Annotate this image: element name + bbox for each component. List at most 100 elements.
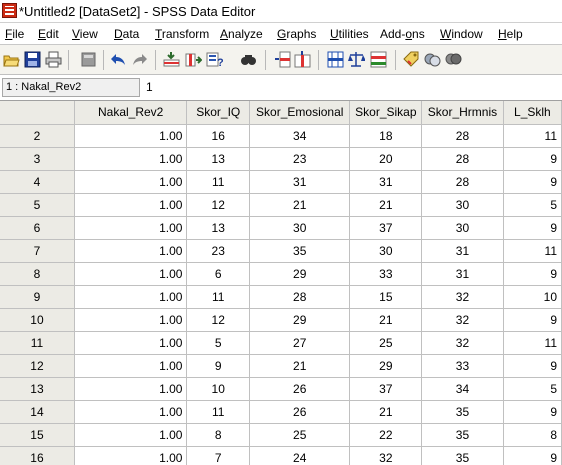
data-cell[interactable]: 11 bbox=[503, 239, 562, 263]
data-cell[interactable]: 1.00 bbox=[74, 331, 188, 355]
data-cell[interactable]: 11 bbox=[186, 170, 251, 194]
data-cell[interactable]: 11 bbox=[503, 331, 562, 355]
find-icon[interactable] bbox=[240, 51, 257, 68]
data-cell[interactable]: 22 bbox=[349, 423, 423, 447]
menu-help[interactable]: Help bbox=[498, 27, 523, 41]
print-icon[interactable] bbox=[45, 51, 62, 68]
data-cell[interactable]: 7 bbox=[186, 446, 251, 465]
data-cell[interactable]: 15 bbox=[349, 285, 423, 309]
variables-icon[interactable]: ? bbox=[206, 51, 223, 68]
menu-graphs[interactable]: Graphs bbox=[277, 27, 316, 41]
data-cell[interactable]: 33 bbox=[421, 354, 504, 378]
data-cell[interactable]: 9 bbox=[503, 262, 562, 286]
data-cell[interactable]: 32 bbox=[349, 446, 423, 465]
column-header[interactable]: L_Sklh bbox=[503, 101, 562, 125]
data-cell[interactable]: 31 bbox=[249, 170, 351, 194]
data-cell[interactable]: 13 bbox=[186, 216, 251, 240]
data-cell[interactable]: 20 bbox=[349, 147, 423, 171]
data-cell[interactable]: 9 bbox=[503, 354, 562, 378]
data-cell[interactable]: 11 bbox=[186, 285, 251, 309]
row-header[interactable]: 5 bbox=[0, 193, 75, 217]
data-cell[interactable]: 16 bbox=[186, 124, 251, 148]
data-cell[interactable]: 1.00 bbox=[74, 216, 188, 240]
row-header[interactable]: 10 bbox=[0, 308, 75, 332]
row-header[interactable]: 15 bbox=[0, 423, 75, 447]
data-cell[interactable]: 23 bbox=[249, 147, 351, 171]
insert-cases-icon[interactable] bbox=[274, 51, 291, 68]
data-cell[interactable]: 35 bbox=[421, 400, 504, 424]
data-cell[interactable]: 37 bbox=[349, 377, 423, 401]
data-cell[interactable]: 11 bbox=[186, 400, 251, 424]
column-header[interactable]: Skor_Sikap bbox=[349, 101, 423, 125]
data-cell[interactable]: 10 bbox=[503, 285, 562, 309]
data-cell[interactable]: 29 bbox=[249, 262, 351, 286]
data-cell[interactable]: 30 bbox=[349, 239, 423, 263]
data-cell[interactable]: 21 bbox=[349, 308, 423, 332]
data-cell[interactable]: 33 bbox=[349, 262, 423, 286]
data-cell[interactable]: 26 bbox=[249, 400, 351, 424]
data-cell[interactable]: 27 bbox=[249, 331, 351, 355]
data-cell[interactable]: 21 bbox=[249, 193, 351, 217]
data-cell[interactable]: 9 bbox=[503, 216, 562, 240]
goto-variable-icon[interactable] bbox=[185, 51, 202, 68]
data-cell[interactable]: 6 bbox=[186, 262, 251, 286]
data-cell[interactable]: 21 bbox=[349, 400, 423, 424]
row-header[interactable]: 11 bbox=[0, 331, 75, 355]
row-header[interactable]: 16 bbox=[0, 446, 75, 465]
data-cell[interactable]: 13 bbox=[186, 147, 251, 171]
data-cell[interactable]: 1.00 bbox=[74, 193, 188, 217]
menu-view[interactable]: View bbox=[72, 27, 98, 41]
dialog-recall-icon[interactable] bbox=[80, 51, 97, 68]
data-cell[interactable]: 18 bbox=[349, 124, 423, 148]
spss-app-icon[interactable] bbox=[2, 3, 17, 18]
data-cell[interactable]: 29 bbox=[249, 308, 351, 332]
data-cell[interactable]: 9 bbox=[503, 446, 562, 465]
data-cell[interactable]: 9 bbox=[503, 400, 562, 424]
data-cell[interactable]: 31 bbox=[421, 262, 504, 286]
data-cell[interactable]: 26 bbox=[249, 377, 351, 401]
row-header[interactable]: 9 bbox=[0, 285, 75, 309]
data-cell[interactable]: 1.00 bbox=[74, 239, 188, 263]
value-labels-icon[interactable] bbox=[403, 51, 420, 68]
data-cell[interactable]: 1.00 bbox=[74, 400, 188, 424]
data-cell[interactable]: 35 bbox=[421, 446, 504, 465]
data-cell[interactable]: 9 bbox=[503, 147, 562, 171]
data-cell[interactable]: 31 bbox=[421, 239, 504, 263]
show-all-icon[interactable] bbox=[445, 51, 462, 68]
row-header[interactable]: 8 bbox=[0, 262, 75, 286]
row-header[interactable]: 14 bbox=[0, 400, 75, 424]
data-cell[interactable]: 1.00 bbox=[74, 423, 188, 447]
data-cell[interactable]: 32 bbox=[421, 285, 504, 309]
menu-edit[interactable]: Edit bbox=[38, 27, 59, 41]
use-sets-icon[interactable] bbox=[424, 51, 441, 68]
data-cell[interactable]: 9 bbox=[503, 308, 562, 332]
menu-data[interactable]: Data bbox=[114, 27, 139, 41]
row-header[interactable]: 13 bbox=[0, 377, 75, 401]
grid-corner[interactable] bbox=[0, 101, 75, 125]
data-cell[interactable]: 28 bbox=[421, 147, 504, 171]
data-cell[interactable]: 1.00 bbox=[74, 124, 188, 148]
data-cell[interactable]: 5 bbox=[186, 331, 251, 355]
column-header[interactable]: Nakal_Rev2 bbox=[74, 101, 188, 125]
menu-window[interactable]: Window bbox=[440, 27, 483, 41]
data-cell[interactable]: 32 bbox=[421, 331, 504, 355]
column-header[interactable]: Skor_IQ bbox=[186, 101, 251, 125]
menu-analyze[interactable]: Analyze bbox=[220, 27, 263, 41]
data-cell[interactable]: 1.00 bbox=[74, 354, 188, 378]
data-cell[interactable]: 25 bbox=[349, 331, 423, 355]
data-cell[interactable]: 1.00 bbox=[74, 308, 188, 332]
row-header[interactable]: 6 bbox=[0, 216, 75, 240]
cell-value-input[interactable]: 1 bbox=[143, 78, 560, 97]
data-cell[interactable]: 28 bbox=[421, 170, 504, 194]
weight-cases-icon[interactable] bbox=[348, 51, 365, 68]
data-cell[interactable]: 35 bbox=[421, 423, 504, 447]
row-header[interactable]: 12 bbox=[0, 354, 75, 378]
open-icon[interactable] bbox=[3, 51, 20, 68]
split-file-icon[interactable] bbox=[327, 51, 344, 68]
data-cell[interactable]: 30 bbox=[249, 216, 351, 240]
data-cell[interactable]: 32 bbox=[421, 308, 504, 332]
menu-addons[interactable]: Add-ons bbox=[380, 27, 425, 41]
data-cell[interactable]: 29 bbox=[349, 354, 423, 378]
goto-case-icon[interactable] bbox=[163, 51, 180, 68]
data-cell[interactable]: 9 bbox=[186, 354, 251, 378]
